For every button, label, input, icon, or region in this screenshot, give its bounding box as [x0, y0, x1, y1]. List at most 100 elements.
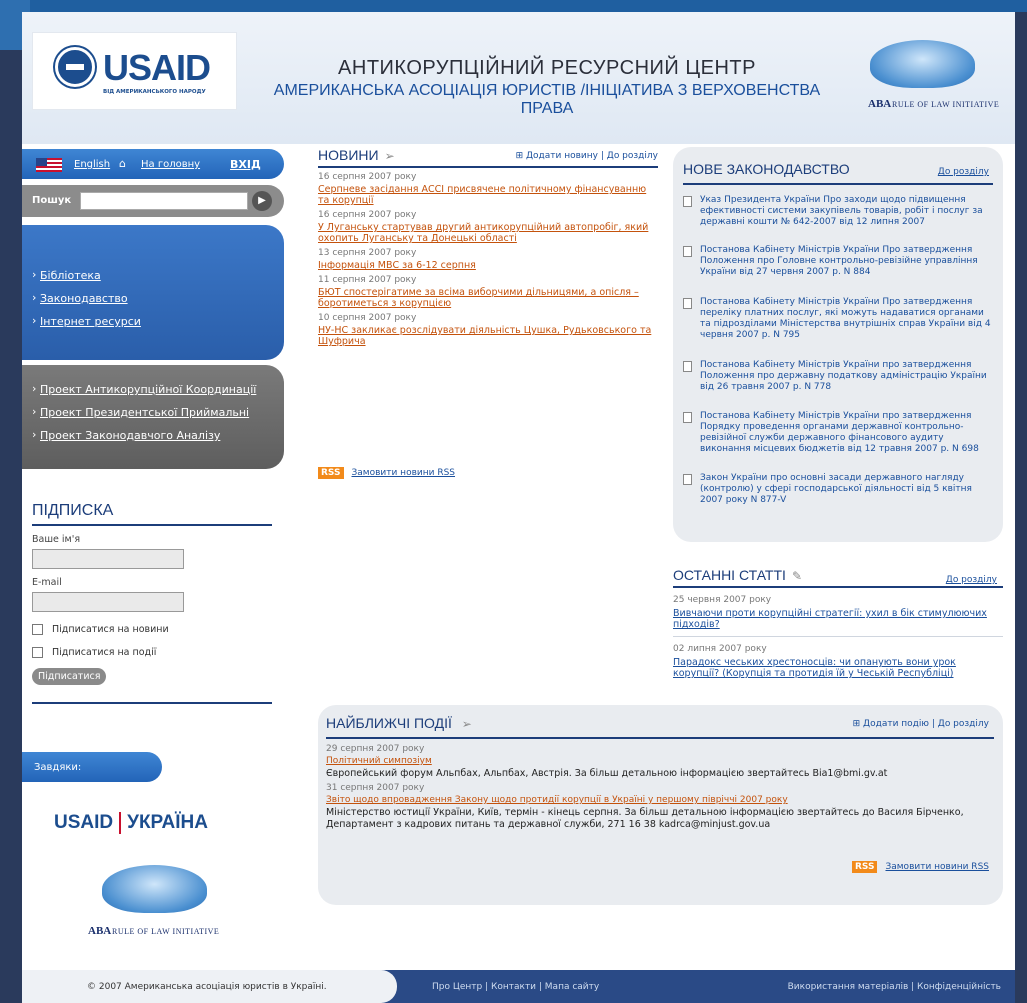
law-link[interactable]: Постанова Кабінету Міністрів України Про… — [700, 245, 995, 278]
email-field[interactable] — [32, 592, 184, 612]
add-news-link[interactable]: ⊞ Додати новину — [516, 151, 598, 161]
law-item: Указ Президента України Про заходи щодо … — [683, 195, 995, 228]
subscribe-button[interactable]: Підписатися — [32, 668, 107, 685]
article-link[interactable]: Парадокс чеських хрестоносців: чи опаную… — [673, 657, 1003, 679]
home-icon[interactable]: ⌂ — [119, 157, 129, 170]
login-link[interactable]: ВХІД — [230, 158, 261, 171]
law-link[interactable]: Указ Президента України Про заходи щодо … — [700, 195, 995, 228]
news-item: 10 серпня 2007 року НУ-НС закликає розсл… — [318, 313, 658, 347]
news-link[interactable]: Інформація МВС за 6-12 серпня — [318, 260, 658, 271]
globe-icon — [102, 865, 207, 913]
news-link[interactable]: БЮТ спостерігатиме за всіма виборчими ді… — [318, 287, 658, 309]
news-rss-link[interactable]: Замовити новини RSS — [352, 468, 456, 478]
event-date: 29 серпня 2007 року — [326, 744, 425, 754]
events-title: НАЙБЛИЖЧІ ПОДІЇ ➢ — [326, 715, 472, 731]
article-date: 25 червня 2007 року — [673, 595, 772, 605]
articles-more-link[interactable]: До розділу — [946, 575, 997, 585]
nav-library[interactable]: Бібліотека — [32, 268, 101, 282]
subscribe-events-checkbox[interactable] — [32, 647, 43, 658]
subscribe-news-checkbox[interactable] — [32, 624, 43, 635]
top-strip — [0, 0, 1027, 12]
news-item: 11 серпня 2007 року БЮТ спостерігатиме з… — [318, 275, 658, 309]
nav-project-coordination[interactable]: Проект Антикорупційної Координації — [32, 382, 256, 396]
law-link[interactable]: Постанова Кабінету Міністрів України про… — [700, 360, 995, 393]
events-section-link[interactable]: До розділу — [938, 719, 989, 729]
arrow-icon: ➢ — [461, 717, 472, 731]
name-label: Ваше ім'я — [32, 534, 81, 545]
nav-projects: Проект Антикорупційної Координації Проек… — [22, 365, 284, 469]
usaid-wordmark: USAID — [103, 47, 211, 88]
subscribe-news-label: Підписатися на новини — [52, 624, 169, 635]
law-item: Постанова Кабінету Міністрів України про… — [683, 411, 995, 455]
article-date: 02 липня 2007 року — [673, 644, 767, 654]
event-description: Європейський форум Альпбах, Альпбах, Авс… — [326, 768, 888, 779]
news-links-separator: | — [600, 151, 604, 161]
usaid-subtitle: ВІД АМЕРИКАНСЬКОГО НАРОДУ — [103, 89, 206, 95]
law-link[interactable]: Закон України про основні засади державн… — [700, 473, 995, 506]
subscribe-title: ПІДПИСКА — [32, 502, 272, 526]
legislation-more-link[interactable]: До розділу — [938, 167, 989, 177]
events-rss: RSS Замовити новини RSS — [851, 861, 989, 873]
home-link[interactable]: На головну — [141, 159, 200, 170]
english-link[interactable]: English — [74, 159, 110, 170]
document-icon — [683, 196, 692, 207]
events-links-separator: | — [931, 719, 935, 729]
thanks-label: Завдяки: — [34, 762, 82, 773]
event-description: Міністерство юстиції України, Київ, терм… — [326, 807, 964, 830]
events-rss-link[interactable]: Замовити новини RSS — [885, 862, 989, 872]
nav-internet-resources[interactable]: Інтернет ресурси — [32, 314, 141, 328]
aba-logo-bottom[interactable]: ABA RULE OF LAW INITIATIVE — [82, 865, 232, 945]
subscribe-divider — [32, 702, 272, 704]
header: USAID ВІД АМЕРИКАНСЬКОГО НАРОДУ АНТИКОРУ… — [22, 12, 1015, 144]
nav-project-analysis[interactable]: Проект Законодавчого Аналізу — [32, 428, 220, 442]
site-title: АНТИКОРУПЦІЙНИЙ РЕСУРСНИЙ ЦЕНТР АМЕРИКАН… — [262, 57, 832, 118]
news-link[interactable]: НУ-НС закликає розслідувати діяльність Ц… — [318, 325, 658, 347]
news-section-link[interactable]: До розділу — [607, 151, 658, 161]
usaid-logo[interactable]: USAID ВІД АМЕРИКАНСЬКОГО НАРОДУ — [32, 32, 237, 110]
news-date: 13 серпня 2007 року — [318, 248, 417, 258]
add-event-link[interactable]: ⊞ Додати подію — [853, 719, 929, 729]
footer: © 2007 Американська асоціація юристів в … — [22, 970, 1015, 1003]
subscribe-news-option[interactable]: Підписатися на новини — [32, 624, 272, 635]
globe-icon — [870, 40, 975, 88]
articles-divider — [673, 586, 1003, 588]
document-icon — [683, 361, 692, 372]
article-link[interactable]: Вивчаючи проти корупційні стратегії: ухи… — [673, 608, 1003, 630]
law-link[interactable]: Постанова Кабінету Міністрів України Про… — [700, 297, 995, 341]
event-link[interactable]: Звіто щодо впровадження Закону щодо прот… — [326, 795, 994, 805]
events-divider — [326, 737, 994, 739]
legislation-title: НОВЕ ЗАКОНОДАВСТВО — [683, 161, 850, 177]
rss-icon[interactable]: RSS — [318, 467, 344, 479]
news-link[interactable]: У Луганську стартував другий антикорупці… — [318, 222, 658, 244]
site-title-line2: АМЕРИКАНСЬКА АСОЦІАЦІЯ ЮРИСТІВ /ІНІЦІАТИ… — [273, 82, 821, 117]
thanks-bar: Завдяки: — [22, 752, 162, 782]
aba-logo[interactable]: ABA RULE OF LAW INITIATIVE — [860, 40, 1000, 120]
law-item: Постанова Кабінету Міністрів України про… — [683, 360, 995, 393]
news-actions: ⊞ Додати новину | До розділу — [516, 151, 658, 161]
law-link[interactable]: Постанова Кабінету Міністрів України про… — [700, 411, 995, 455]
events-actions: ⊞ Додати подію | До розділу — [853, 719, 989, 729]
event-date: 31 серпня 2007 року — [326, 783, 425, 793]
usaid-ukraine-logo[interactable]: USAID УКРАЇНА — [54, 812, 208, 834]
footer-legal-links[interactable]: Використання матеріалів | Конфіденційніс… — [788, 982, 1001, 992]
news-link[interactable]: Серпневе засідання АССІ присвячене політ… — [318, 184, 658, 206]
rss-icon[interactable]: RSS — [851, 861, 878, 873]
news-date: 16 серпня 2007 року — [318, 172, 417, 182]
subscribe-events-label: Підписатися на події — [52, 647, 157, 658]
language-bar: English ⌂ На головну ВХІД — [22, 149, 284, 179]
events-list: 29 серпня 2007 року Політичний симпозіум… — [326, 741, 994, 831]
name-field[interactable] — [32, 549, 184, 569]
search-input[interactable] — [80, 192, 248, 210]
event-link[interactable]: Політичний симпозіум — [326, 756, 994, 766]
footer-links[interactable]: Про Центр | Контакти | Мапа сайту — [432, 982, 599, 992]
search-go-button[interactable]: ▶ — [252, 191, 272, 211]
news-rss: RSS Замовити новини RSS — [318, 467, 455, 479]
document-icon — [683, 298, 692, 309]
nav-legislation[interactable]: Законодавство — [32, 291, 128, 305]
subscribe-events-option[interactable]: Підписатися на події — [32, 647, 272, 658]
article-separator — [673, 636, 1003, 637]
nav-primary: Бібліотека Законодавство Інтернет ресурс… — [22, 225, 284, 360]
logo-separator — [119, 812, 122, 834]
legislation-section: НОВЕ ЗАКОНОДАВСТВО До розділу Указ Прези… — [673, 147, 1003, 542]
nav-project-reception[interactable]: Проект Президентської Приймальні — [32, 405, 249, 419]
